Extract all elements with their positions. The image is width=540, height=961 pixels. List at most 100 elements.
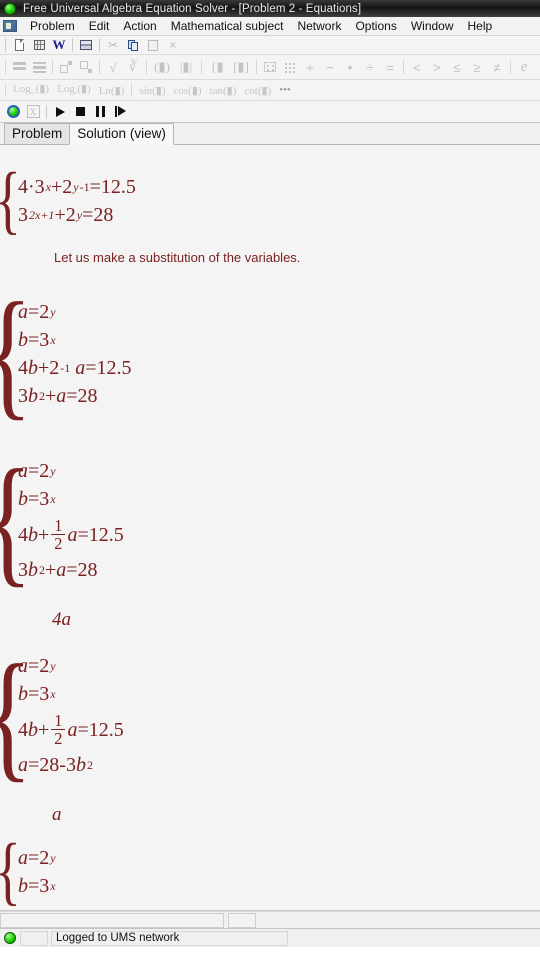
equation-line: 3 2x+1 +2 y =28 bbox=[18, 203, 114, 226]
scrollbar-thumb[interactable] bbox=[0, 912, 224, 928]
menu-network[interactable]: Network bbox=[290, 18, 348, 34]
math-literal: =28 bbox=[66, 384, 98, 407]
new-document-icon[interactable] bbox=[9, 37, 29, 54]
substitution-note: Let us make a substitution of the variab… bbox=[54, 250, 301, 265]
math-variable: b bbox=[75, 754, 86, 777]
cut-icon: ✂ bbox=[103, 37, 123, 54]
superscript-icon bbox=[56, 59, 76, 76]
math-literal: + bbox=[38, 523, 50, 546]
window-titlebar: Free Universal Algebra Equation Solver -… bbox=[0, 0, 540, 17]
file-toolbar: W ✂ × bbox=[0, 36, 540, 55]
toolbar-separator bbox=[46, 104, 47, 119]
math-literal: =12.5 bbox=[77, 523, 124, 546]
not-equal-operator: ≠ bbox=[493, 59, 501, 75]
solution-content-area[interactable]: {4·3x+2y-1=12.5 32x+1+2y=28 Let us make a … bbox=[0, 145, 540, 911]
scrollbar-track[interactable] bbox=[0, 912, 540, 928]
equation-line: b =3 x bbox=[18, 328, 56, 351]
toolbar-separator bbox=[201, 60, 202, 74]
parenthesis-icon: (▮) bbox=[154, 59, 170, 74]
step-button[interactable] bbox=[110, 103, 130, 120]
functions-toolbar: Log▫▫(▮) Log▫(▮) Ln(▮) sin(▮) cos(▮) tan… bbox=[0, 80, 540, 101]
math-literal: =12.5 bbox=[77, 718, 124, 741]
greater-equal-operator: ≥ bbox=[473, 59, 481, 75]
fraction-denominator: 2 bbox=[54, 729, 63, 749]
scrollbar-secondary-thumb[interactable] bbox=[228, 912, 256, 928]
menu-edit[interactable]: Edit bbox=[82, 18, 117, 34]
system-brace: { bbox=[0, 438, 32, 603]
equation-line: 4 b +1 2 a =12.5 bbox=[18, 708, 124, 752]
step-marker-a: a bbox=[52, 804, 62, 825]
menu-action[interactable]: Action bbox=[116, 18, 163, 34]
tab-problem[interactable]: Problem bbox=[4, 123, 71, 144]
math-literal: + bbox=[38, 718, 50, 741]
math-variable: a bbox=[56, 384, 67, 407]
tab-solution-view[interactable]: Solution (view) bbox=[69, 123, 174, 145]
equation-line: 3 b 2 + a =28 bbox=[18, 559, 98, 582]
system-brace: { bbox=[0, 157, 21, 244]
matrix-small-icon bbox=[260, 59, 280, 76]
more-functions-icon[interactable]: ••• bbox=[275, 84, 295, 96]
cancel-solve-icon: X bbox=[23, 103, 43, 120]
toolbar-separator bbox=[72, 38, 73, 52]
menu-window[interactable]: Window bbox=[404, 18, 461, 34]
log-icon: Log▫(▮) bbox=[57, 83, 91, 98]
fraction-numerator: 1 bbox=[54, 710, 63, 730]
isolated-a-system: {a=2yb=3x4b+12a=12.5a=28-3b2 bbox=[0, 633, 540, 798]
math-literal: + bbox=[45, 384, 57, 407]
pause-button[interactable] bbox=[90, 103, 110, 120]
original-system: {4·3x+2y-1=12.5 32x+1+2y=28 bbox=[0, 157, 540, 244]
app-system-icon[interactable] bbox=[3, 20, 17, 32]
fraction-denominator: 2 bbox=[54, 534, 63, 554]
run-button[interactable] bbox=[50, 103, 70, 120]
log-base-icon: Log▫▫(▮) bbox=[13, 83, 50, 98]
fraction: 12 bbox=[51, 516, 66, 554]
plus-operator: + bbox=[306, 59, 314, 75]
equation-line: 4 b +2 -1 a =12.5 bbox=[18, 356, 132, 379]
statusbar-message: Logged to UMS network bbox=[51, 930, 288, 946]
math-variable: a bbox=[67, 718, 78, 741]
print-icon[interactable] bbox=[76, 37, 96, 54]
equation-line: b =3 x bbox=[18, 682, 56, 705]
math-literal: =3 bbox=[28, 874, 50, 897]
solve-status-orb-icon[interactable] bbox=[3, 103, 23, 120]
math-literal: =12.5 bbox=[89, 175, 136, 198]
step-marker-4a: 4a bbox=[52, 609, 71, 630]
horizontal-scrollbar[interactable] bbox=[0, 911, 540, 928]
math-literal: =28 bbox=[82, 203, 114, 226]
menu-problem[interactable]: Problem bbox=[23, 18, 82, 34]
equation-line: a =2 y bbox=[18, 654, 56, 677]
solution-document: {4·3x+2y-1=12.5 32x+1+2y=28 Let us make a … bbox=[0, 145, 540, 910]
bracket-icon: [▮] bbox=[233, 59, 249, 74]
square-root-icon: √ bbox=[109, 59, 117, 75]
equation-line: b =3 x bbox=[18, 874, 56, 897]
system-brace: { bbox=[0, 828, 21, 910]
window-title: Free Universal Algebra Equation Solver -… bbox=[23, 2, 362, 15]
fraction: 12 bbox=[51, 710, 66, 749]
greater-than-operator: > bbox=[433, 59, 441, 75]
fraction-system: {a=2y b=3x 4b+12a=12.53b2+a=28 bbox=[0, 438, 540, 603]
toolbar-separator bbox=[99, 60, 100, 74]
multiply-operator: • bbox=[347, 59, 353, 75]
word-export-icon[interactable]: W bbox=[49, 37, 69, 54]
menubar: Problem Edit Action Mathematical subject… bbox=[0, 17, 540, 36]
equation-line: b =3 x bbox=[18, 487, 56, 510]
equation-line: a =2 y bbox=[18, 846, 56, 869]
math-literal: +2 bbox=[54, 203, 76, 226]
run-toolbar: X bbox=[0, 101, 540, 123]
toolbar-separator bbox=[5, 83, 6, 97]
view-tabstrip: Problem Solution (view) bbox=[0, 123, 540, 145]
euler-constant-icon: e bbox=[520, 58, 528, 75]
toolbar-separator bbox=[146, 60, 147, 74]
equation-line: a =2 y bbox=[18, 459, 56, 482]
table-icon[interactable] bbox=[29, 37, 49, 54]
equals-operator: = bbox=[386, 59, 394, 75]
less-than-operator: < bbox=[413, 59, 421, 75]
copy-icon[interactable] bbox=[123, 37, 143, 54]
toolbar-separator bbox=[510, 60, 511, 74]
two-row-layout-icon bbox=[9, 59, 29, 76]
stop-button[interactable] bbox=[70, 103, 90, 120]
tan-icon: tan(▮) bbox=[209, 84, 237, 97]
menu-mathematical-subject[interactable]: Mathematical subject bbox=[164, 18, 291, 34]
menu-options[interactable]: Options bbox=[348, 18, 403, 34]
menu-help[interactable]: Help bbox=[461, 18, 500, 34]
